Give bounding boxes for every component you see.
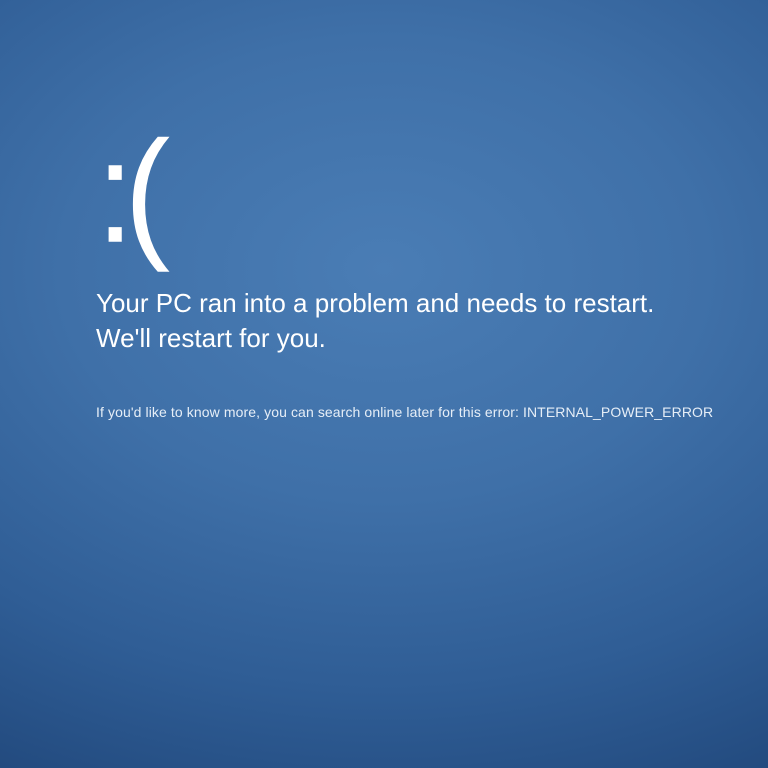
bsod-message-line2: We'll restart for you. [96, 323, 326, 353]
sad-face-icon: :( [96, 120, 768, 265]
bsod-error-code: INTERNAL_POWER_ERROR [523, 404, 713, 420]
bsod-error-details: If you'd like to know more, you can sear… [96, 404, 768, 420]
bsod-screen: :( Your PC ran into a problem and needs … [0, 0, 768, 768]
bsod-message-line1: Your PC ran into a problem and needs to … [96, 288, 654, 318]
bsod-details-prefix: If you'd like to know more, you can sear… [96, 404, 523, 420]
bsod-main-message: Your PC ran into a problem and needs to … [96, 286, 736, 356]
